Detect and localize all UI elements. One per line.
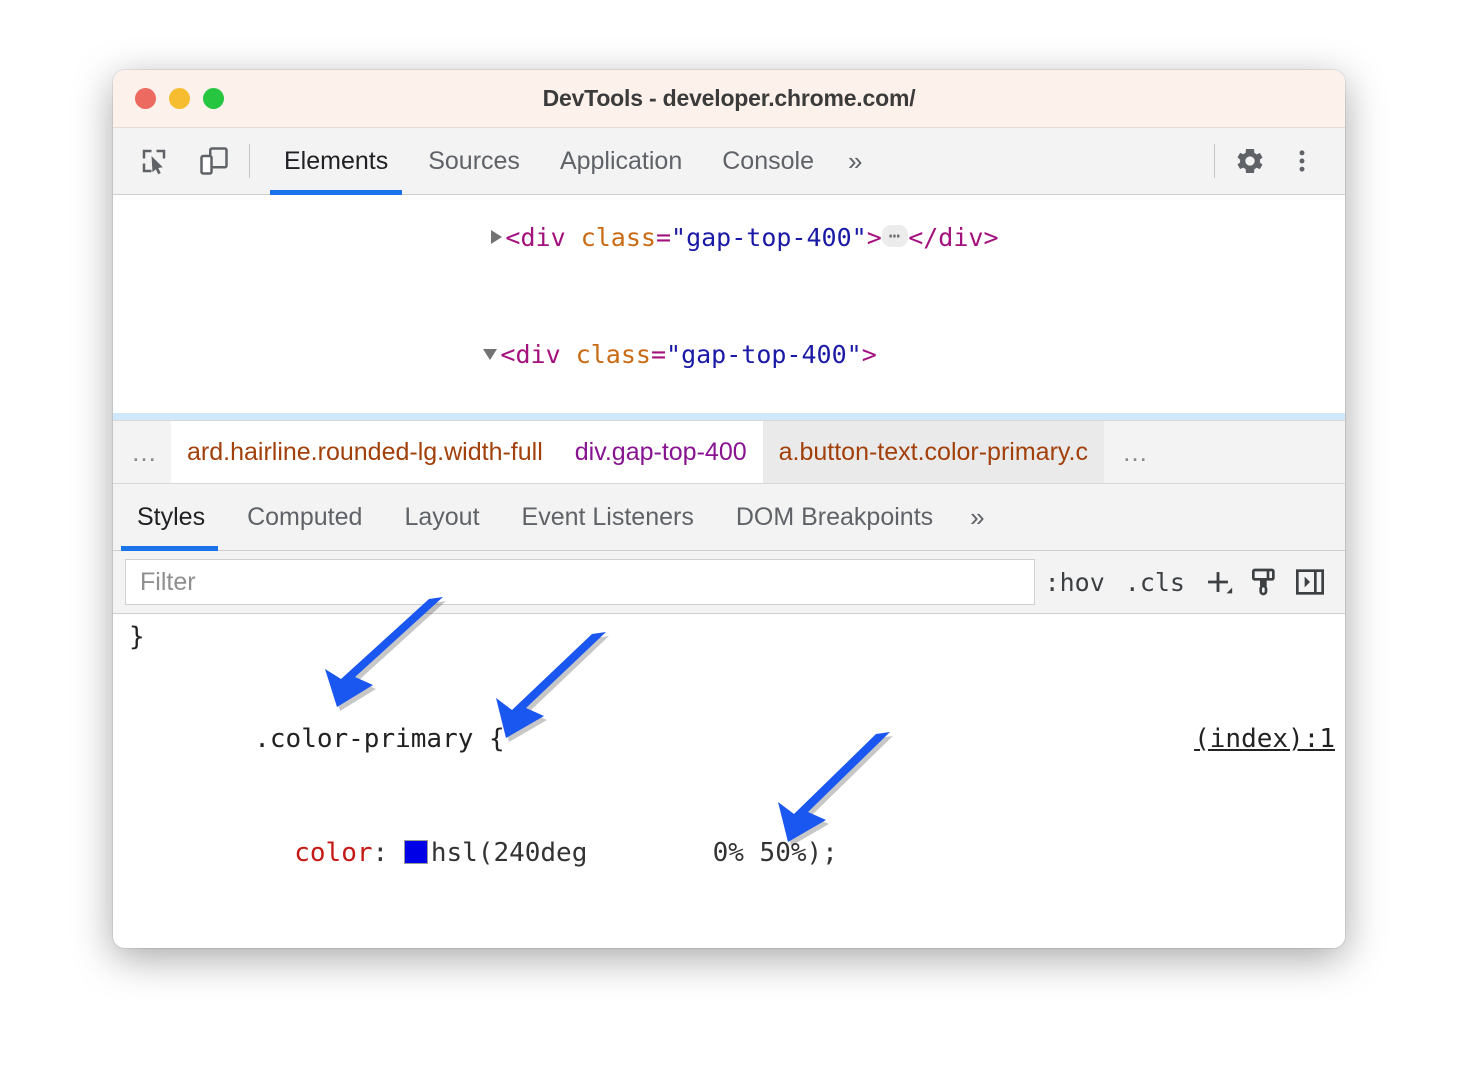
screenshot-root: DevTools - developer.chrome.com/ [0,0,1458,1090]
main-tabs: Elements Sources Application Console » [264,128,1200,194]
tab-styles[interactable]: Styles [113,484,226,550]
filter-placeholder: Filter [140,568,196,597]
tab-elements-label: Elements [284,147,388,176]
filter-input[interactable]: Filter [125,559,1035,605]
more-panel-tabs-chevron-icon[interactable]: » [954,484,1000,550]
selector-label: .color-primary { [254,724,504,754]
toolbar-left-icons [113,128,235,194]
tab-application[interactable]: Application [540,128,702,194]
devtools-toolbar: Elements Sources Application Console » [113,128,1345,195]
breadcrumb-item-card[interactable]: ard.hairline.rounded-lg.width-full [171,421,559,483]
inspect-element-icon[interactable] [133,140,175,182]
dom-row-selected-anchor-line1[interactable]: ⋯<a class="button-text color-primary dis… [113,413,1345,420]
dom-tree[interactable]: <div class="gap-top-400">⋯</div> <div cl… [113,195,1345,420]
style-source-link[interactable]: (index):1 [1194,720,1335,758]
more-tabs-chevron-icon[interactable]: » [834,128,876,194]
cls-label: .cls [1125,568,1185,597]
toolbar-divider-right [1214,144,1215,178]
dom-row-collapsed-gap-top[interactable]: <div class="gap-top-400">⋯</div> [113,195,1345,296]
tab-computed[interactable]: Computed [226,484,383,550]
breadcrumb-item-card-label: ard.hairline.rounded-lg.width-full [187,438,543,467]
window-titlebar: DevTools - developer.chrome.com/ [113,70,1345,128]
declaration-value-color[interactable]: hsl(240deg 0% 50%); [431,838,838,868]
tab-elements[interactable]: Elements [264,128,408,194]
more-tabs-label: » [848,146,862,177]
tab-console-label: Console [722,147,814,176]
breadcrumb-item-anchor[interactable]: a.button-text.color-primary.c [763,421,1104,483]
toggle-pseudo-state-button[interactable]: :hov [1035,568,1115,597]
tab-event-listeners[interactable]: Event Listeners [501,484,715,550]
toolbar-right-icons [1229,128,1345,194]
more-options-icon[interactable] [1281,140,1323,182]
declaration-background-color[interactable]: background-color: lch(54 49.1 290.25); [113,910,1345,948]
breadcrumb-overflow-left-icon[interactable]: … [113,421,171,483]
disclosure-triangle-icon[interactable] [483,349,497,360]
disclosure-triangle-icon[interactable] [491,230,502,244]
breadcrumb-item-anchor-label: a.button-text.color-primary.c [779,438,1088,467]
breadcrumb-item-div[interactable]: div.gap-top-400 [559,421,763,483]
tab-styles-label: Styles [137,503,205,532]
devtools-window: DevTools - developer.chrome.com/ [113,70,1345,948]
tab-sources[interactable]: Sources [408,128,540,194]
device-toolbar-icon[interactable] [193,140,235,182]
property-name-color[interactable]: color [294,838,372,868]
tab-sources-label: Sources [428,147,520,176]
toggle-class-button[interactable]: .cls [1115,568,1195,597]
styles-filter-toolbar: Filter :hov .cls [113,551,1345,614]
breadcrumb-overflow-left-label: … [131,437,159,468]
tab-application-label: Application [560,147,682,176]
toggle-sidebar-icon[interactable] [1287,560,1333,604]
collapsed-content-badge[interactable]: ⋯ [882,225,908,247]
breadcrumb-item-div-label: div.gap-top-400 [575,438,747,467]
new-style-rule-icon[interactable] [1195,560,1241,604]
dom-row-gap-top-400[interactable]: <div class="gap-top-400"> [113,296,1345,413]
hidden-siblings-ellipsis-icon[interactable]: ⋯ [127,413,143,420]
settings-gear-icon[interactable] [1229,140,1271,182]
orphan-close-brace-label: } [129,622,145,652]
color-swatch[interactable] [404,840,428,864]
rule-selector-color-primary[interactable]: .color-primary { (index):1 [113,682,1345,796]
tab-dom-breakpoints[interactable]: DOM Breakpoints [715,484,954,550]
tab-computed-label: Computed [247,503,362,532]
styles-panel-tabs: Styles Computed Layout Event Listeners D… [113,484,1345,551]
breadcrumb: … ard.hairline.rounded-lg.width-full div… [113,420,1345,484]
orphan-close-brace: } [113,618,1345,656]
tab-event-listeners-label: Event Listeners [522,503,694,532]
breadcrumb-overflow-right-icon[interactable]: … [1104,421,1168,483]
tab-console[interactable]: Console [702,128,834,194]
toolbar-divider [249,144,250,178]
hov-label: :hov [1045,568,1105,597]
breadcrumb-overflow-right-label: … [1122,437,1150,468]
more-panel-tabs-label: » [970,502,984,533]
styles-rules-pane[interactable]: } .color-primary { (index):1 color: hsl(2… [113,614,1345,948]
tab-layout[interactable]: Layout [383,484,500,550]
computed-styles-paintbrush-icon[interactable] [1241,560,1287,604]
window-title: DevTools - developer.chrome.com/ [113,85,1345,112]
tab-dom-breakpoints-label: DOM Breakpoints [736,503,933,532]
tab-layout-label: Layout [404,503,479,532]
declaration-color[interactable]: color: hsl(240deg 0% 50%); [113,796,1345,910]
